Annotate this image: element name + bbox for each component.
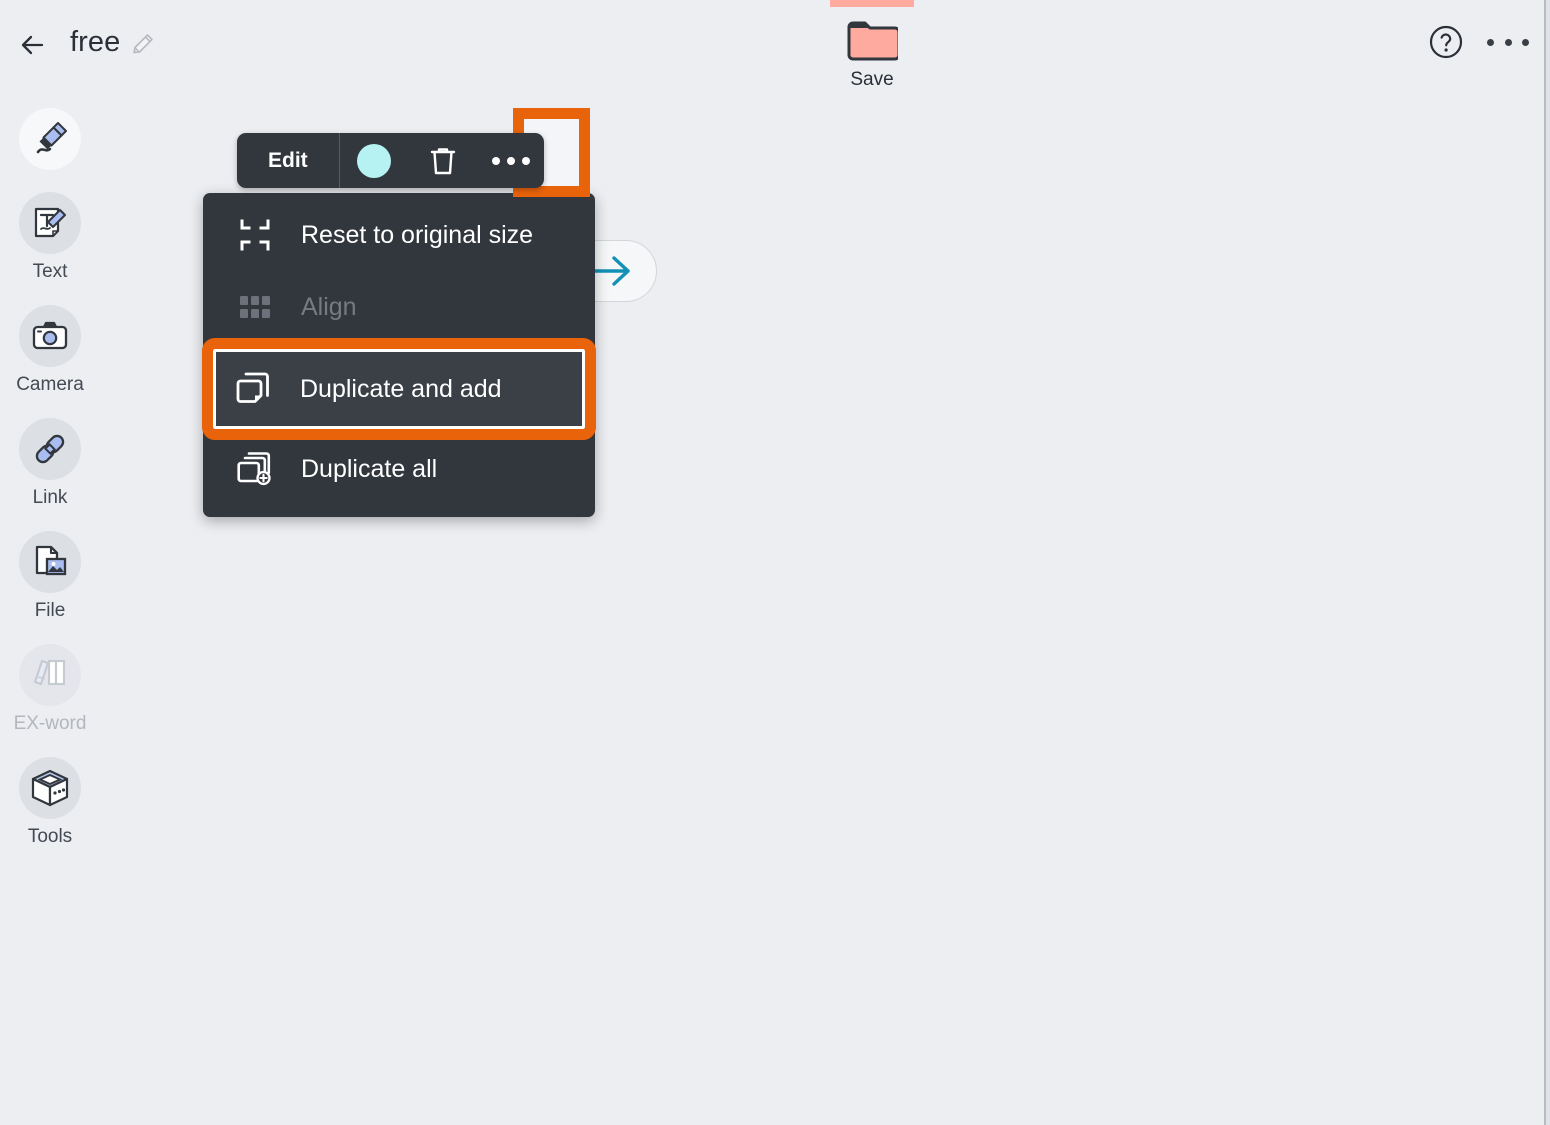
sidebar-item-tools[interactable]: Tools (0, 757, 100, 848)
sidebar-item-text[interactable]: Text (0, 192, 100, 283)
menu-label-duplicate-all: Duplicate all (301, 454, 438, 483)
color-swatch (356, 143, 391, 178)
menu-label-duplicate-and-add: Duplicate and add (300, 374, 502, 403)
pencil-icon[interactable] (130, 31, 156, 57)
menu-label-align: Align (301, 292, 357, 321)
menu-item-duplicate-and-add[interactable]: Duplicate and add (202, 338, 596, 440)
edit-button[interactable]: Edit (237, 133, 339, 188)
dot (1522, 38, 1529, 46)
collapse-corners-icon (231, 218, 279, 252)
duplicate-all-icon (231, 451, 279, 487)
sidebar-label-link: Link (32, 487, 68, 508)
page-title: free (70, 26, 121, 58)
sidebar-item-exword: EX-word (0, 644, 100, 735)
sidebar-item-link[interactable]: Link (0, 418, 100, 509)
color-circle-icon[interactable] (340, 133, 408, 188)
menu-label-reset-size: Reset to original size (301, 220, 534, 249)
canvas-right-edge (1544, 0, 1546, 1125)
dot (1487, 38, 1494, 46)
file-image-icon (19, 531, 81, 593)
books-icon (19, 644, 81, 706)
back-arrow-icon[interactable] (16, 26, 54, 64)
object-more-button[interactable] (478, 133, 544, 188)
link-chain-icon (19, 418, 81, 480)
dot (521, 156, 530, 165)
context-menu: Reset to original size Align Duplicate a… (202, 193, 596, 517)
save-button[interactable]: Save (820, 20, 924, 91)
sidebar-item-file[interactable]: File (0, 531, 100, 622)
object-toolbar: Edit (237, 133, 544, 188)
menu-item-duplicate-all[interactable]: Duplicate all (203, 433, 595, 505)
canvas-right-strip (1546, 0, 1550, 1125)
folder-icon (846, 20, 901, 61)
more-horizontal-icon[interactable] (1487, 30, 1529, 54)
sidebar-label-file: File (34, 600, 66, 621)
app-root: free Save Text Camera Link File EX-word … (0, 0, 1550, 1125)
text-edit-icon (19, 192, 81, 254)
dot (506, 156, 515, 165)
sidebar-item-pen[interactable] (0, 108, 100, 170)
sidebar-label-exword: EX-word (13, 713, 87, 734)
sidebar-item-camera[interactable]: Camera (0, 305, 100, 396)
save-tab-strip (830, 0, 914, 7)
menu-item-align: Align (203, 271, 595, 343)
camera-icon (19, 305, 81, 367)
save-label: Save (850, 69, 894, 90)
question-circle-icon[interactable] (1427, 23, 1465, 61)
duplicate-icon (230, 371, 278, 407)
sidebar-label-tools: Tools (27, 826, 73, 847)
menu-item-reset-size[interactable]: Reset to original size (203, 199, 595, 271)
header-bar: free Save (0, 0, 1544, 92)
sidebar-label-text: Text (32, 261, 68, 282)
dot (491, 156, 500, 165)
dot (1504, 38, 1512, 46)
sidebar-label-camera: Camera (16, 374, 84, 395)
grid-align-icon (231, 296, 279, 318)
trash-icon[interactable] (408, 133, 478, 188)
toolbox-cube-icon (19, 757, 81, 819)
marker-pen-icon (19, 108, 81, 170)
left-sidebar: Text Camera Link File EX-word Tools (0, 108, 100, 870)
